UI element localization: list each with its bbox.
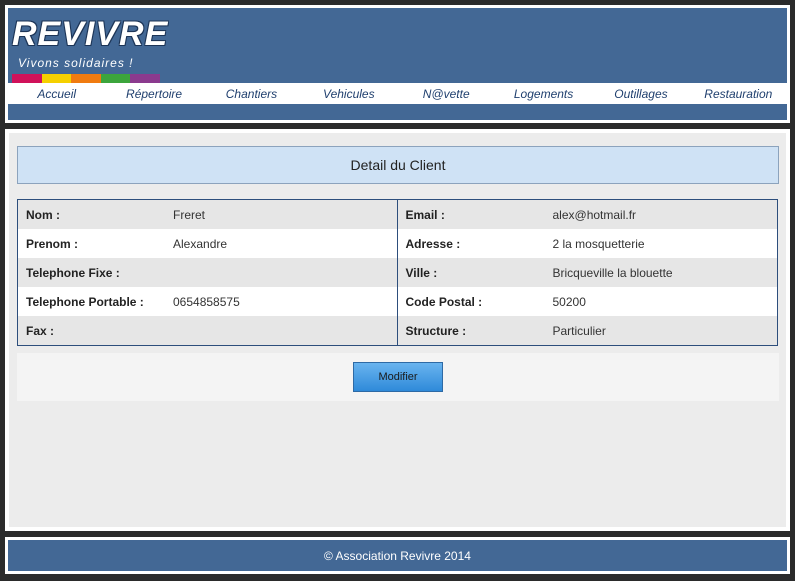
detail-row-telephone-portable: Telephone Portable : 0654858575 (18, 287, 397, 316)
detail-value: Bricqueville la blouette (552, 265, 673, 280)
main-nav: Accueil Répertoire Chantiers Vehicules N… (8, 83, 787, 104)
detail-row-telephone-fixe: Telephone Fixe : (18, 258, 397, 287)
header-banner: REVIVRE Vivons solidaires ! Accueil Répe… (8, 8, 787, 120)
detail-row-fax: Fax : (18, 316, 397, 345)
detail-row-prenom: Prenom : Alexandre (18, 229, 397, 258)
nav-item-chantiers[interactable]: Chantiers (203, 87, 300, 101)
logo-tagline: Vivons solidaires ! (18, 56, 134, 70)
client-details-table: Nom : Freret Prenom : Alexandre Telephon… (17, 199, 778, 346)
main-panel: Detail du Client Nom : Freret Prenom : A… (5, 129, 790, 531)
detail-value: 0654858575 (173, 294, 240, 309)
detail-row-adresse: Adresse : 2 la mosquetterie (398, 229, 778, 258)
detail-row-nom: Nom : Freret (18, 200, 397, 229)
detail-value: Particulier (552, 323, 606, 338)
detail-row-structure: Structure : Particulier (397, 316, 777, 345)
detail-label: Structure : (405, 323, 467, 338)
client-details-left-column: Nom : Freret Prenom : Alexandre Telephon… (18, 200, 398, 345)
main-content: Detail du Client Nom : Freret Prenom : A… (9, 133, 786, 527)
detail-label: Email : (405, 207, 445, 222)
client-details-right-column: Email : alex@hotmail.fr Adresse : 2 la m… (397, 200, 778, 345)
logo-title: REVIVRE (12, 15, 169, 53)
nav-item-logements[interactable]: Logements (495, 87, 592, 101)
nav-item-repertoire[interactable]: Répertoire (105, 87, 202, 101)
detail-label: Fax : (26, 323, 55, 338)
nav-item-navette[interactable]: N@vette (398, 87, 495, 101)
logo[interactable]: REVIVRE Vivons solidaires ! (12, 16, 167, 90)
nav-item-vehicules[interactable]: Vehicules (300, 87, 397, 101)
nav-item-restauration[interactable]: Restauration (690, 87, 787, 101)
detail-label: Nom : (26, 207, 60, 222)
header: REVIVRE Vivons solidaires ! Accueil Répe… (5, 5, 790, 123)
nav-item-accueil[interactable]: Accueil (8, 87, 105, 101)
actions-bar: Modifier (17, 353, 779, 401)
footer: © Association Revivre 2014 (5, 537, 790, 574)
detail-row-ville: Ville : Bricqueville la blouette (397, 258, 777, 287)
detail-label: Telephone Portable : (26, 294, 144, 309)
detail-value: Alexandre (173, 236, 228, 251)
detail-value: alex@hotmail.fr (552, 207, 637, 222)
detail-row-code-postal: Code Postal : 50200 (398, 287, 778, 316)
detail-value: Freret (173, 207, 206, 222)
nav-item-outillages[interactable]: Outillages (592, 87, 689, 101)
footer-copyright: © Association Revivre 2014 (8, 540, 787, 571)
detail-value: 50200 (552, 294, 586, 309)
detail-row-email: Email : alex@hotmail.fr (397, 200, 777, 229)
modify-button[interactable]: Modifier (353, 362, 443, 392)
detail-label: Telephone Fixe : (26, 265, 120, 280)
detail-label: Code Postal : (405, 294, 483, 309)
detail-label: Adresse : (405, 236, 461, 251)
page-title: Detail du Client (17, 146, 779, 184)
detail-label: Prenom : (26, 236, 79, 251)
detail-value: 2 la mosquetterie (552, 236, 645, 251)
detail-label: Ville : (405, 265, 438, 280)
